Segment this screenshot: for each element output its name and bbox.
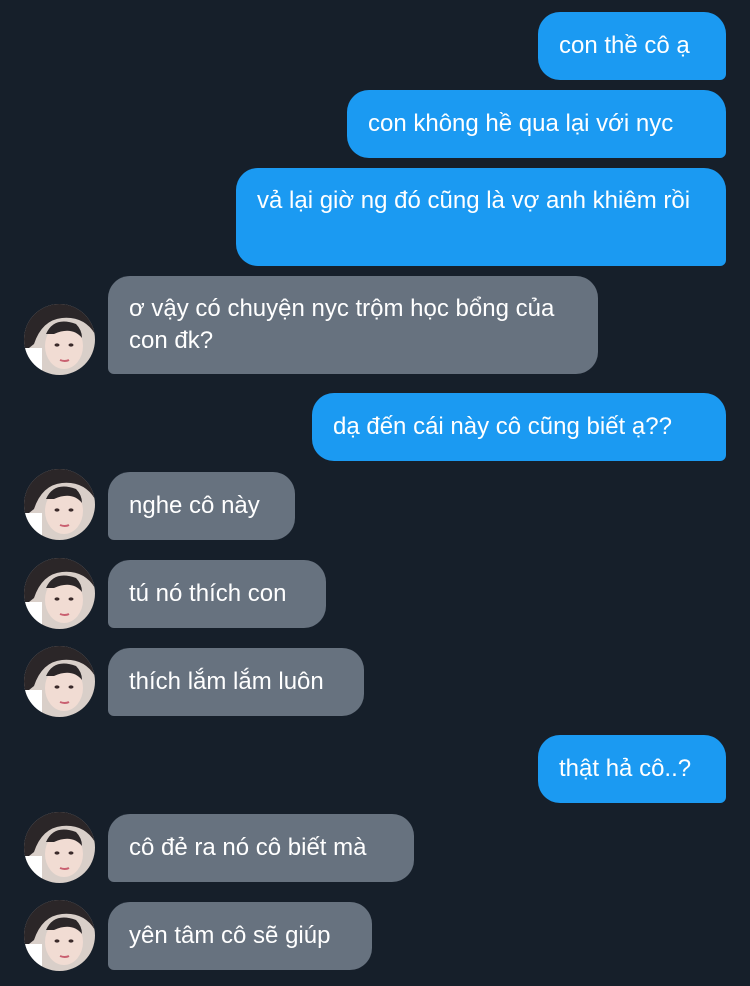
incoming-message-bubble[interactable]: yên tâm cô sẽ giúp [108, 902, 372, 970]
outgoing-message-bubble[interactable]: thật hả cô..? [538, 735, 726, 803]
incoming-message-bubble[interactable]: thích lắm lắm luôn [108, 648, 364, 716]
outgoing-message-bubble[interactable]: con thề cô ạ [538, 12, 726, 80]
incoming-message-bubble[interactable]: tú nó thích con [108, 560, 326, 628]
contact-avatar-icon [24, 304, 95, 375]
contact-avatar-icon [24, 900, 95, 971]
contact-avatar-icon [24, 558, 95, 629]
incoming-message-bubble[interactable]: cô đẻ ra nó cô biết mà [108, 814, 414, 882]
incoming-message-bubble[interactable]: nghe cô này [108, 472, 295, 540]
contact-avatar[interactable] [24, 469, 95, 540]
outgoing-message-bubble[interactable]: con không hề qua lại với nyc [347, 90, 726, 158]
contact-avatar[interactable] [24, 304, 95, 375]
contact-avatar[interactable] [24, 900, 95, 971]
outgoing-message-bubble[interactable]: vả lại giờ ng đó cũng là vợ anh khiêm rồ… [236, 168, 726, 266]
contact-avatar[interactable] [24, 812, 95, 883]
contact-avatar-icon [24, 469, 95, 540]
contact-avatar-icon [24, 812, 95, 883]
contact-avatar[interactable] [24, 646, 95, 717]
chat-thread: con thề cô ạ con không hề qua lại với ny… [0, 0, 750, 986]
contact-avatar[interactable] [24, 558, 95, 629]
incoming-message-bubble[interactable]: ơ vậy có chuyện nyc trộm học bổng của co… [108, 276, 598, 374]
outgoing-message-bubble[interactable]: dạ đến cái này cô cũng biết ạ?? [312, 393, 726, 461]
contact-avatar-icon [24, 646, 95, 717]
